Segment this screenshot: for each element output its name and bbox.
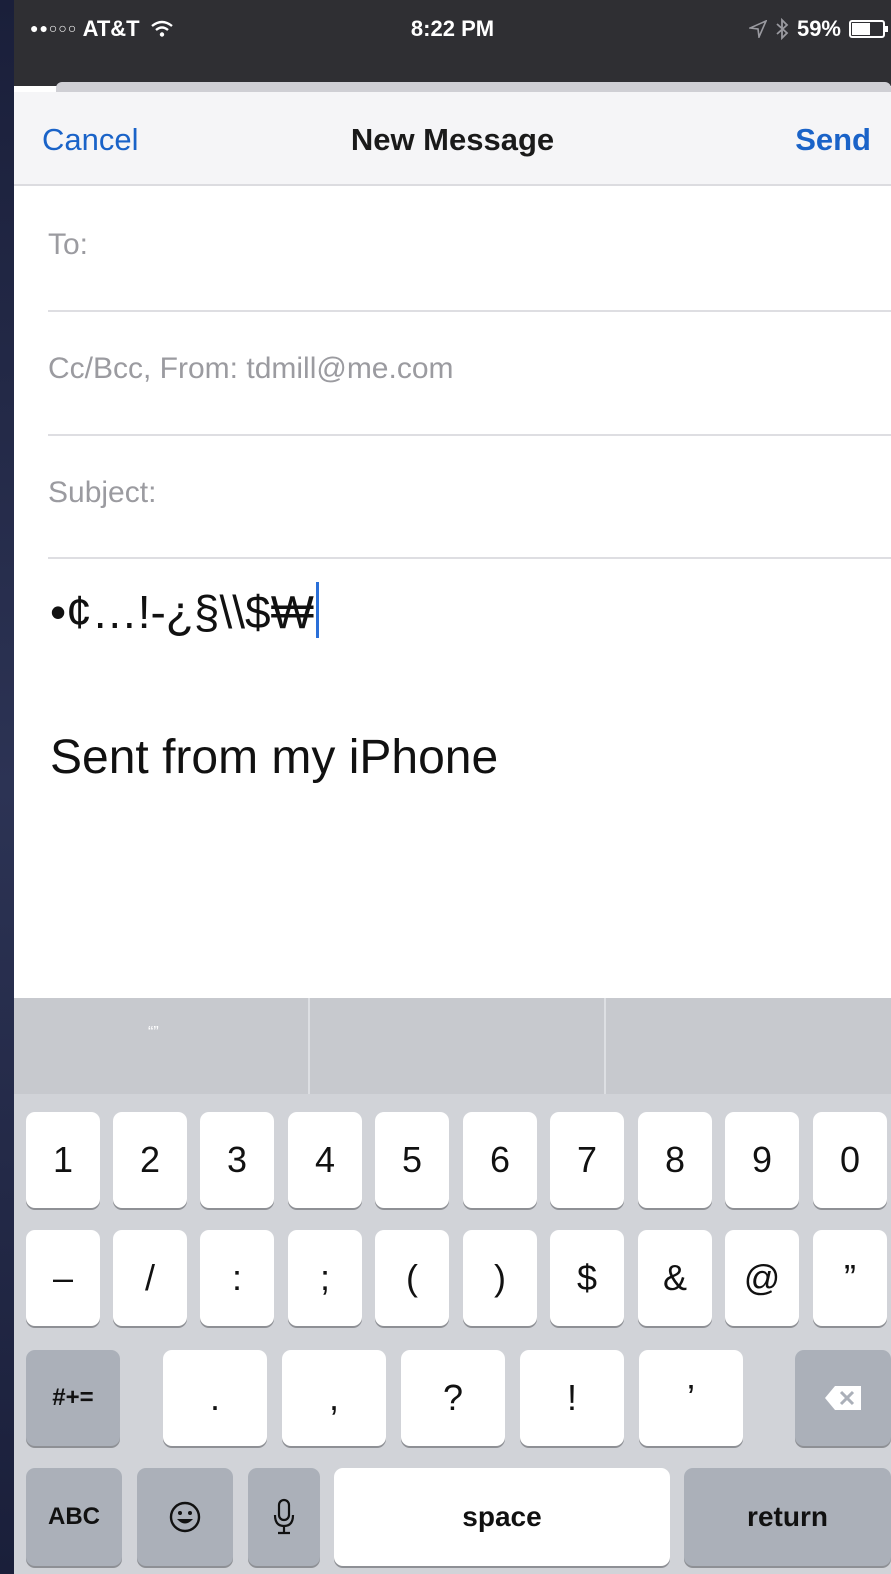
signature-text: Sent from my iPhone — [50, 731, 499, 784]
emoji-icon — [169, 1501, 201, 1533]
sheet-edge — [56, 82, 891, 92]
key-7[interactable]: 7 — [550, 1112, 624, 1208]
text-cursor — [316, 582, 320, 638]
key-open-paren[interactable]: ( — [375, 1230, 449, 1326]
key-close-paren[interactable]: ) — [463, 1230, 537, 1326]
key-colon[interactable]: : — [200, 1230, 274, 1326]
key-2[interactable]: 2 — [113, 1112, 187, 1208]
phone-screen: ●●○○○ AT&T 8:22 PM 59% Cancel New Messag… — [14, 0, 891, 1574]
key-exclamation[interactable]: ! — [520, 1350, 624, 1446]
compose-nav-bar: Cancel New Message Send — [14, 92, 891, 186]
key-semicolon[interactable]: ; — [288, 1230, 362, 1326]
key-8[interactable]: 8 — [638, 1112, 712, 1208]
key-dollar[interactable]: $ — [550, 1230, 624, 1326]
suggestion-2[interactable] — [310, 998, 606, 1094]
backspace-icon — [825, 1386, 861, 1410]
key-3[interactable]: 3 — [200, 1112, 274, 1208]
ccbcc-label: Cc/Bcc, From: — [48, 352, 239, 385]
microphone-icon — [273, 1498, 295, 1535]
bluetooth-icon — [776, 18, 789, 40]
typed-text: •¢…!-¿§\\$₩ — [50, 586, 315, 638]
key-4[interactable]: 4 — [288, 1112, 362, 1208]
key-apostrophe[interactable]: ’ — [639, 1350, 743, 1446]
key-question[interactable]: ? — [401, 1350, 505, 1446]
key-period[interactable]: . — [163, 1350, 267, 1446]
battery-percent: 59% — [796, 16, 841, 41]
subject-field[interactable]: Subject: — [14, 434, 891, 558]
emoji-button[interactable] — [137, 1468, 233, 1566]
abc-button[interactable]: ABC — [26, 1468, 122, 1566]
message-body[interactable]: •¢…!-¿§\\$₩ — [50, 582, 320, 639]
to-label: To: — [48, 228, 89, 261]
key-5[interactable]: 5 — [375, 1112, 449, 1208]
return-key[interactable]: return — [684, 1468, 891, 1566]
key-slash[interactable]: / — [113, 1230, 187, 1326]
space-key[interactable]: space — [334, 1468, 670, 1566]
key-9[interactable]: 9 — [725, 1112, 799, 1208]
delete-button[interactable] — [795, 1350, 891, 1446]
page-title: New Message — [350, 122, 555, 157]
symbols-toggle-button[interactable]: #+= — [26, 1350, 120, 1446]
divider — [48, 557, 891, 559]
send-button[interactable]: Send — [795, 122, 871, 158]
from-address: tdmill@me.com — [246, 352, 454, 385]
key-ampersand[interactable]: & — [638, 1230, 712, 1326]
key-0[interactable]: 0 — [813, 1112, 887, 1208]
key-6[interactable]: 6 — [463, 1112, 537, 1208]
location-arrow-icon — [748, 20, 767, 38]
status-right: 59% — [748, 16, 888, 42]
battery-icon — [849, 20, 888, 38]
key-dash[interactable]: – — [26, 1230, 100, 1326]
device-edge — [0, 0, 14, 1574]
predictive-bar: “” — [14, 998, 891, 1094]
keyboard: “” 1 2 3 4 5 6 7 8 9 0 – / : ; ( ) $ & @… — [14, 998, 891, 1574]
suggestion-text: “” — [148, 1024, 159, 1041]
ccbcc-from-field[interactable]: Cc/Bcc, From: tdmill@me.com — [14, 310, 891, 434]
suggestion-1[interactable]: “” — [14, 998, 310, 1094]
key-1[interactable]: 1 — [26, 1112, 100, 1208]
suggestion-3[interactable] — [606, 998, 891, 1094]
to-field[interactable]: To: — [14, 186, 891, 310]
key-at[interactable]: @ — [725, 1230, 799, 1326]
subject-label: Subject: — [48, 476, 157, 509]
key-comma[interactable]: , — [282, 1350, 386, 1446]
status-bar: ●●○○○ AT&T 8:22 PM 59% — [14, 0, 891, 86]
ccbcc-from-label: Cc/Bcc, From: tdmill@me.com — [48, 352, 454, 386]
microphone-button[interactable] — [248, 1468, 320, 1566]
key-quote[interactable]: ” — [813, 1230, 887, 1326]
